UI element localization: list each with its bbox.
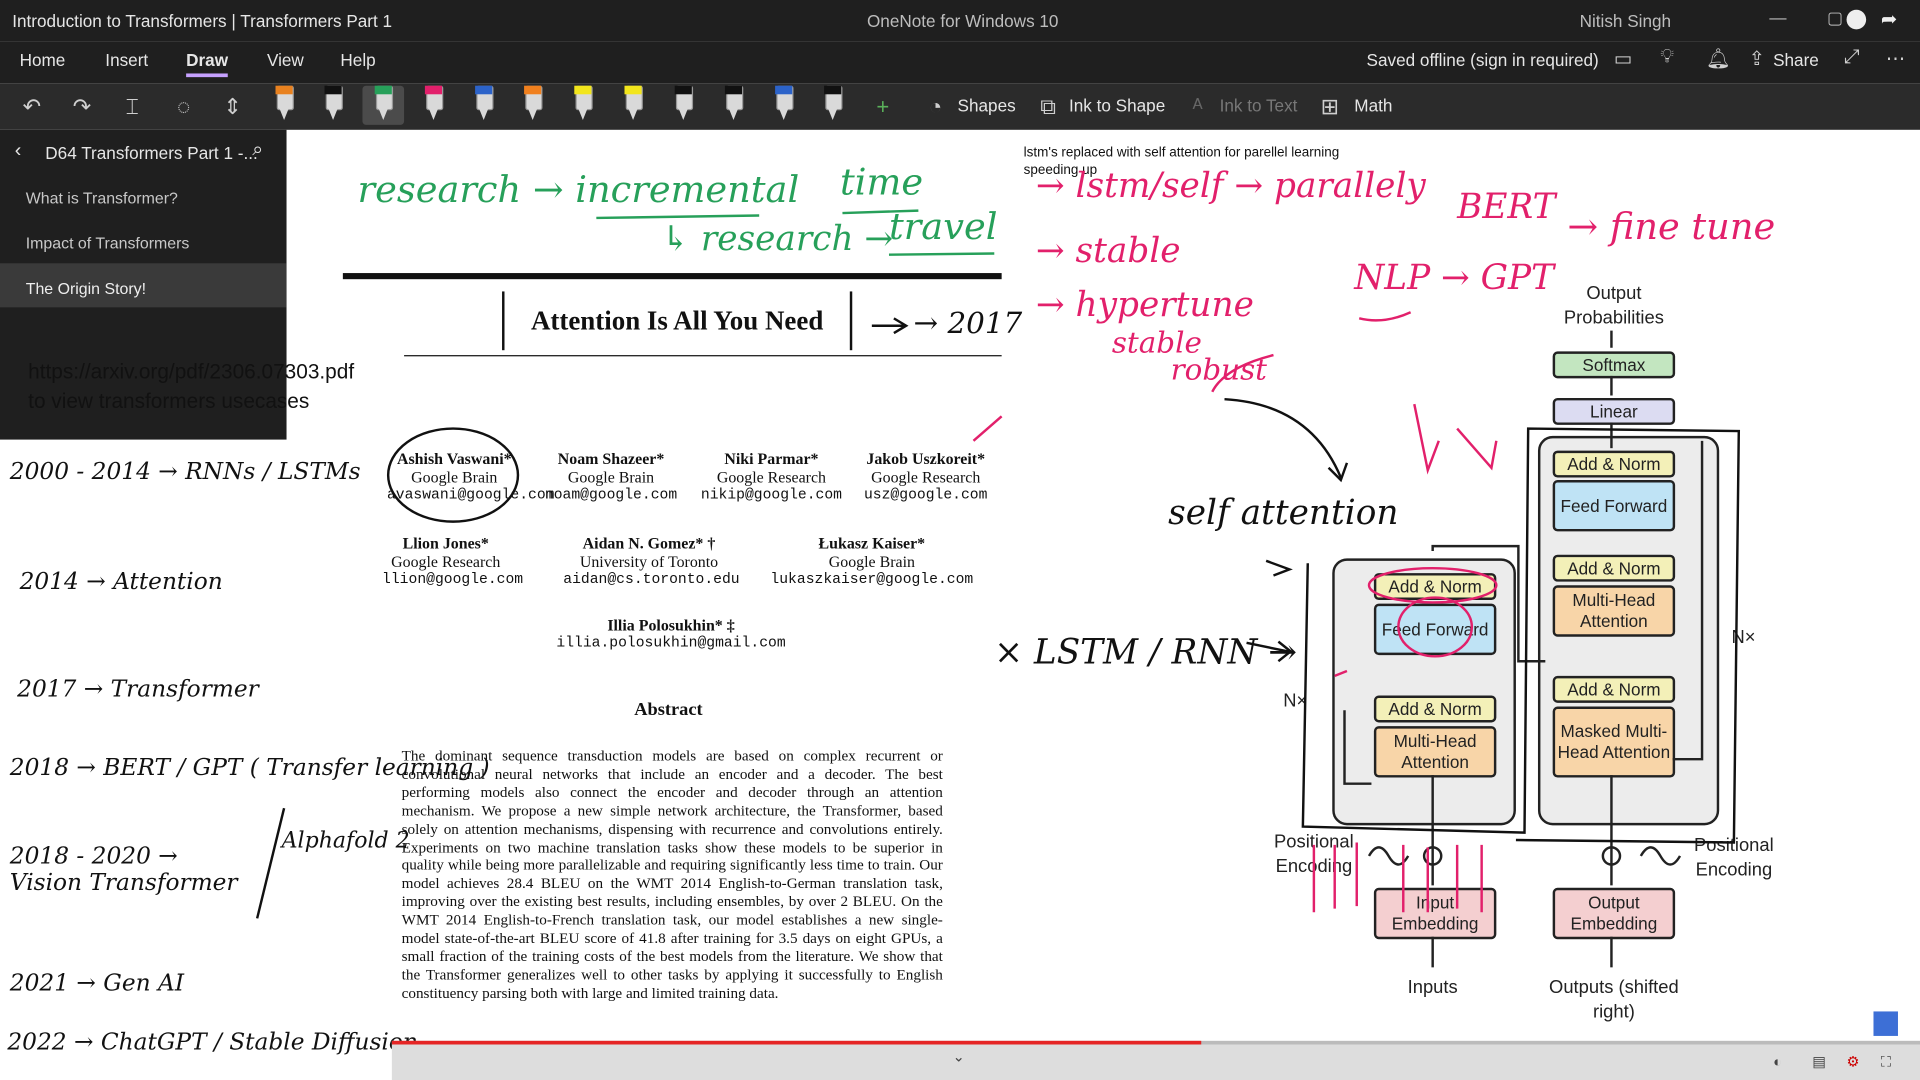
fullscreen-player-icon[interactable]: ⛶	[1881, 1053, 1891, 1071]
ink-hypertune: → hypertune	[1035, 284, 1254, 325]
ink-nlp-gpt: NLP → GPT	[1354, 257, 1554, 298]
timeline-item: 2022 → ChatGPT / Stable Diffusion	[7, 1028, 418, 1056]
ink-bert: BERT	[1457, 186, 1556, 227]
ink-robust: robust	[1170, 352, 1267, 387]
ink-time: time	[840, 161, 924, 205]
autoplay-toggle-icon[interactable]: ◐	[1773, 1053, 1782, 1070]
app-window: Introduction to Transformers | Transform…	[0, 0, 1920, 1080]
ink-travel: travel	[888, 205, 998, 249]
ink-stable: → stable	[1035, 230, 1181, 271]
timeline-item: Alphafold 2	[281, 827, 410, 854]
chevron-down-icon[interactable]: ⌄	[953, 1048, 965, 1065]
ink-year-2017: → 2017	[913, 306, 1023, 341]
timeline-item: 2021 → Gen AI	[9, 969, 185, 997]
diagram-connectors	[1343, 330, 1704, 968]
ink-stroke	[255, 807, 286, 919]
timeline-item: 2000 - 2014 → RNNs / LSTMs	[9, 457, 361, 485]
ink-self-attention: self attention	[1168, 492, 1399, 533]
ink-fine-tune: → fine tune	[1567, 205, 1776, 249]
ink-lstm-rnn: × LSTM / RNN →	[994, 631, 1297, 673]
black-ink	[386, 317, 1741, 844]
ink-overlay	[255, 209, 1741, 968]
timeline-item: 2017 → Transformer	[17, 675, 259, 703]
ink-research2: ↳ research →	[661, 217, 894, 259]
timeline-item: 2018 - 2020 → Vision Transformer	[9, 842, 238, 897]
ink-lstm-self: → lstm/self → parallely	[1035, 165, 1426, 206]
timeline-item: 2018 → BERT / GPT ( Transfer learning )	[9, 754, 490, 782]
timeline-item: 2014 → Attention	[19, 568, 223, 596]
pink-ink	[972, 311, 1498, 913]
video-progress-fill	[391, 1040, 1202, 1045]
settings-icon[interactable]: ⚙	[1847, 1053, 1860, 1070]
channel-watermark-icon[interactable]	[1873, 1011, 1898, 1036]
captions-icon[interactable]: ▤	[1812, 1053, 1826, 1070]
ink-research: research → incremental	[357, 168, 800, 212]
video-controls	[391, 1044, 1920, 1080]
